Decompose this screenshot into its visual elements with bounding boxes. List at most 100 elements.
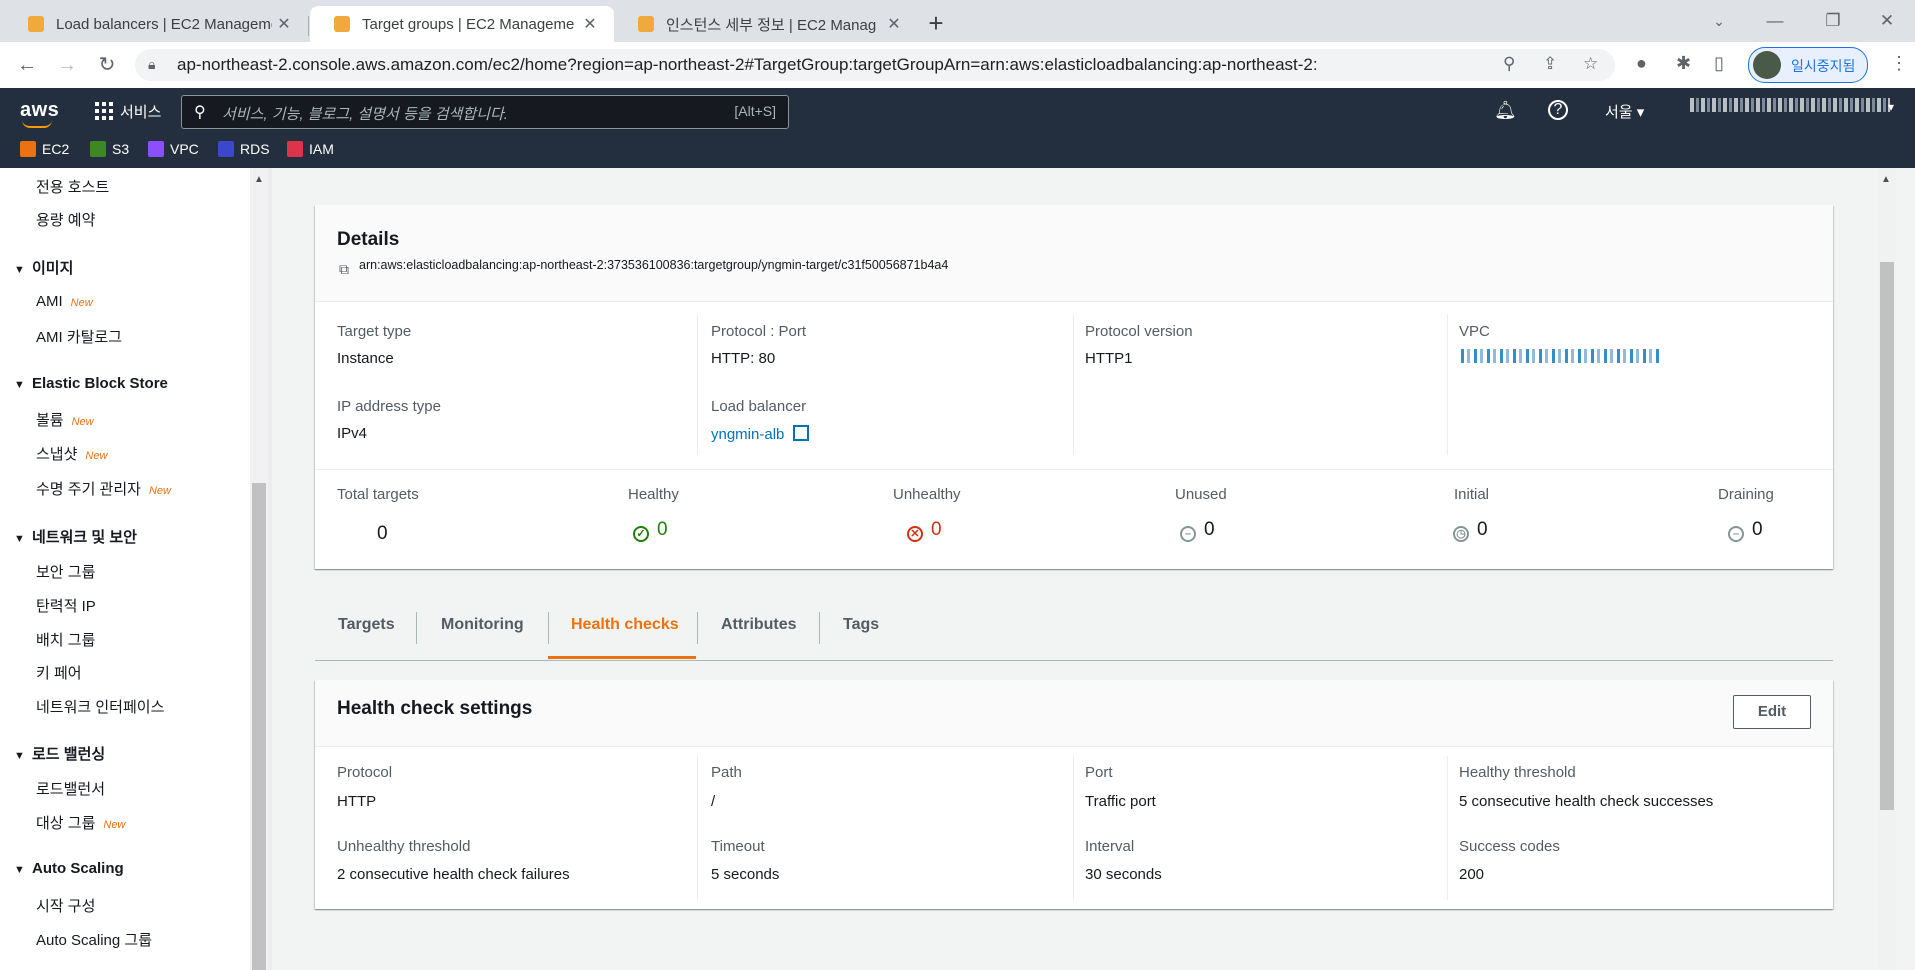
vpc-link-redacted[interactable]	[1461, 349, 1661, 363]
scroll-up-arrow-icon[interactable]: ▲	[1881, 174, 1891, 185]
hc-timeout-value: 5 seconds	[711, 866, 780, 883]
sidebar-item-ami-catalog[interactable]: AMI 카탈로그	[36, 326, 122, 347]
side-panel-icon[interactable]: ▯	[1714, 53, 1724, 74]
new-badge: New	[85, 450, 108, 462]
hc-success-codes-value: 200	[1459, 866, 1485, 883]
new-badge: New	[71, 416, 94, 428]
protocol-version-label: Protocol version	[1085, 323, 1193, 340]
browser-menu-icon[interactable]: ⋮	[1890, 53, 1908, 74]
sidebar-item-load-balancers[interactable]: 로드밸런서	[36, 778, 105, 799]
tab-targets[interactable]: Targets	[338, 616, 395, 634]
sidebar-item-security-groups[interactable]: 보안 그룹	[36, 561, 95, 582]
sidebar-item-dedicated-hosts[interactable]: 전용 호스트	[36, 176, 109, 197]
new-tab-plus-icon[interactable]: +	[920, 8, 952, 40]
ip-address-type-value: IPv4	[337, 425, 368, 442]
sidebar-item-elastic-ips[interactable]: 탄력적 IP	[36, 595, 96, 616]
sidebar-item-label: 볼륨	[36, 412, 64, 429]
sidebar-section-network-security[interactable]: ▼ 네트워크 및 보안	[14, 526, 137, 547]
scroll-up-arrow-icon[interactable]: ▲	[254, 174, 264, 185]
browser-toolbar: ← → ↻ 🔒︎ ap-northeast-2.console.aws.amaz…	[0, 42, 1915, 89]
chevron-down-icon[interactable]: ▾	[1888, 100, 1894, 114]
minimize-icon[interactable]: —	[1752, 6, 1798, 36]
favorite-ec2[interactable]: EC2	[20, 141, 69, 157]
favorite-iam[interactable]: IAM	[287, 141, 334, 157]
tab-divider	[416, 612, 417, 644]
browser-tab[interactable]: Load balancers | EC2 Manageme ✕	[4, 6, 308, 42]
profile-status-label: 일시중지됨	[1791, 58, 1856, 74]
sidebar-section-ebs[interactable]: ▼ Elastic Block Store	[14, 375, 168, 392]
tab-tags[interactable]: Tags	[843, 616, 879, 634]
ec2-sidebar: 전용 호스트 용량 예약 ▼ 이미지 AMI New AMI 카탈로그 ▼ Elast…	[0, 168, 250, 970]
sidebar-item-auto-scaling-groups[interactable]: Auto Scaling 그룹	[36, 929, 152, 950]
browser-tab[interactable]: 인스턴스 세부 정보 | EC2 Manag ✕	[614, 6, 918, 42]
close-icon[interactable]: ✕	[272, 14, 296, 34]
copy-icon[interactable]: ⧉	[339, 261, 349, 278]
sidebar-item-capacity-reservations[interactable]: 용량 예약	[36, 209, 95, 230]
url-text[interactable]: ap-northeast-2.console.aws.amazon.com/ec…	[177, 55, 1317, 75]
sidebar-item-label: 네트워크 인터페이스	[36, 699, 165, 716]
console-search-input[interactable]: ⚲ 서비스, 기능, 블로그, 설명서 등을 검색합니다. [Alt+S]	[181, 95, 789, 129]
sidebar-item-label: 수명 주기 관리자	[36, 481, 141, 498]
reload-icon[interactable]: ↻	[92, 50, 122, 80]
browser-tab-active[interactable]: Target groups | EC2 Manageme ✕	[310, 6, 614, 42]
tab-health-checks[interactable]: Health checks	[571, 616, 679, 634]
sidebar-section-images[interactable]: ▼ 이미지	[14, 257, 73, 278]
x-circle-icon: ✕	[907, 526, 923, 542]
sidebar-item-ami[interactable]: AMI New	[36, 293, 93, 310]
forward-arrow-icon[interactable]: →	[52, 50, 82, 80]
caret-down-icon: ▼	[14, 864, 25, 876]
sidebar-item-network-interfaces[interactable]: 네트워크 인터페이스	[36, 696, 164, 717]
caret-down-icon: ▼	[14, 379, 25, 391]
edit-button[interactable]: Edit	[1733, 695, 1811, 729]
favorite-rds[interactable]: RDS	[218, 141, 270, 157]
ip-address-type-label: IP address type	[337, 398, 441, 415]
share-icon[interactable]: ⇪	[1543, 54, 1557, 74]
window-close-icon[interactable]: ✕	[1864, 6, 1910, 36]
close-icon[interactable]: ✕	[578, 14, 602, 34]
protocol-version-value: HTTP1	[1085, 350, 1133, 367]
close-icon[interactable]: ✕	[882, 14, 906, 34]
services-grid-icon[interactable]	[95, 102, 113, 120]
back-arrow-icon[interactable]: ←	[12, 50, 42, 80]
bookmark-star-icon[interactable]: ☆	[1583, 54, 1598, 74]
tab-search-chevron-icon[interactable]: ⌄	[1696, 6, 1742, 36]
notifications-bell-icon[interactable]: 🔔︎	[1494, 100, 1517, 121]
services-menu-label[interactable]: 서비스	[120, 101, 161, 122]
sidebar-item-placement-groups[interactable]: 배치 그룹	[36, 629, 95, 650]
help-icon[interactable]: ?	[1548, 100, 1568, 120]
hc-protocol-value: HTTP	[337, 793, 377, 810]
region-selector[interactable]: 서울 ▾	[1605, 101, 1644, 122]
restore-icon[interactable]: ❐	[1810, 6, 1856, 36]
sidebar-item-launch-configurations[interactable]: 시작 구성	[36, 895, 95, 916]
hc-unhealthy-threshold-label: Unhealthy threshold	[337, 838, 471, 855]
extensions-puzzle-icon[interactable]: ✱	[1676, 53, 1691, 74]
main-scrollbar-thumb[interactable]	[1880, 262, 1894, 810]
tab-attributes[interactable]: Attributes	[721, 616, 797, 634]
sidebar-item-label: 배치 그룹	[36, 632, 96, 649]
sidebar-item-volumes[interactable]: 볼륨 New	[36, 409, 94, 430]
account-menu-redacted[interactable]	[1690, 98, 1890, 112]
stat-initial-value: 0	[1477, 519, 1488, 540]
sidebar-item-target-groups[interactable]: 대상 그룹 New	[36, 812, 125, 833]
browser-tab-title: Target groups | EC2 Manageme	[362, 15, 575, 33]
sidebar-item-lifecycle-manager[interactable]: 수명 주기 관리자 New	[36, 478, 171, 499]
favorite-s3[interactable]: S3	[90, 141, 129, 157]
details-panel: Details ⧉ arn:aws:elasticloadbalancing:a…	[315, 205, 1833, 569]
aws-logo[interactable]: aws	[20, 99, 59, 122]
favorite-vpc[interactable]: VPC	[148, 141, 199, 157]
sidebar-item-key-pairs[interactable]: 키 페어	[36, 662, 82, 683]
profile-button[interactable]: 일시중지됨	[1748, 47, 1868, 83]
sidebar-section-auto-scaling[interactable]: ▼ Auto Scaling	[14, 860, 124, 877]
browser-tab-strip: Load balancers | EC2 Manageme ✕ Target g…	[0, 0, 1915, 42]
sidebar-scrollbar-thumb[interactable]	[252, 483, 266, 970]
tab-monitoring[interactable]: Monitoring	[441, 616, 524, 634]
check-circle-icon: ✓	[633, 526, 649, 542]
address-bar[interactable]: 🔒︎ ap-northeast-2.console.aws.amazon.com…	[135, 49, 1615, 81]
load-balancer-link[interactable]: yngmin-alb	[711, 425, 809, 443]
sidebar-section-load-balancing[interactable]: ▼ 로드 밸런싱	[14, 743, 105, 764]
cookie-extension-icon[interactable]: ●	[1636, 53, 1647, 74]
zoom-icon[interactable]: ⚲	[1503, 54, 1515, 74]
load-balancer-label: Load balancer	[711, 398, 807, 415]
sidebar-item-snapshots[interactable]: 스냅샷 New	[36, 443, 107, 464]
s3-icon	[90, 141, 106, 157]
